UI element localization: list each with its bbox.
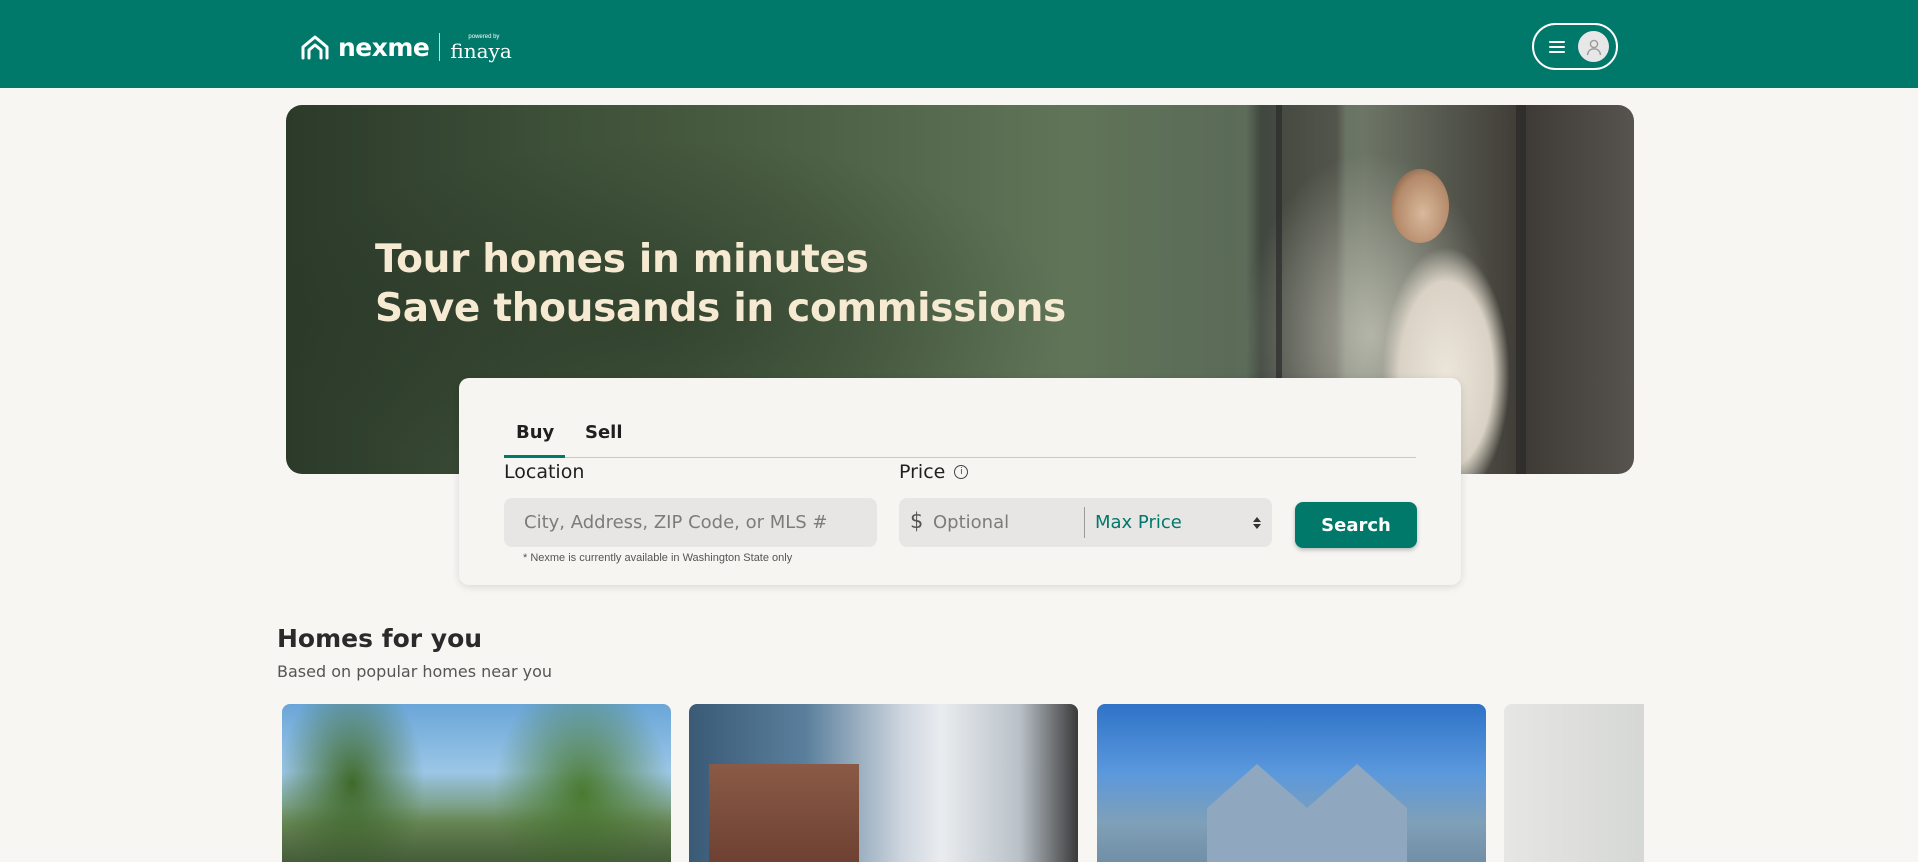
nexme-logo[interactable]: nexme powered by finaya: [300, 31, 512, 63]
info-icon[interactable]: i: [954, 465, 969, 479]
location-label: Location: [504, 461, 585, 483]
hero-headline: Tour homes in minutes Save thousands in …: [375, 235, 1066, 333]
min-price-input[interactable]: [933, 498, 1083, 547]
tab-buy[interactable]: Buy: [516, 422, 554, 443]
home-card-image[interactable]: [1097, 704, 1486, 862]
dollar-sign-icon: $: [910, 509, 924, 533]
logo-divider: [439, 33, 441, 61]
hero-person-head: [1391, 169, 1449, 243]
partner-name: finaya: [450, 38, 512, 63]
partner-logo: powered by finaya: [450, 34, 511, 61]
hero-headline-line1: Tour homes in minutes: [375, 237, 869, 282]
price-label-group: Price i: [899, 461, 969, 483]
home-card-image[interactable]: [282, 704, 671, 862]
account-menu-button[interactable]: [1532, 23, 1618, 70]
tab-sell[interactable]: Sell: [585, 422, 623, 443]
select-arrows-icon: [1253, 516, 1261, 529]
home-card-image[interactable]: [1504, 704, 1644, 862]
user-avatar-icon: [1578, 31, 1609, 62]
top-navigation-bar: nexme powered by finaya: [0, 0, 1918, 88]
hamburger-menu-icon: [1549, 40, 1565, 53]
home-cards-carousel: [282, 704, 1644, 862]
brand-name: nexme: [338, 32, 430, 62]
search-card: Buy Sell Location * Nexme is currently a…: [459, 378, 1461, 585]
price-label: Price: [899, 461, 946, 483]
home-card-image[interactable]: [689, 704, 1078, 862]
max-price-value: Max Price: [1095, 512, 1182, 533]
active-tab-indicator: [504, 455, 565, 458]
homes-section-title: Homes for you: [277, 624, 483, 653]
availability-note: * Nexme is currently available in Washin…: [523, 552, 793, 564]
max-price-select[interactable]: Max Price: [1095, 498, 1265, 547]
price-divider: [1084, 507, 1085, 538]
homes-section-subtitle: Based on popular homes near you: [277, 662, 553, 681]
nexme-house-icon: [301, 35, 329, 60]
location-search-input[interactable]: [504, 498, 877, 547]
search-button[interactable]: Search: [1295, 502, 1417, 548]
buy-sell-tabs: Buy Sell: [504, 398, 1416, 458]
hero-headline-line2: Save thousands in commissions: [375, 286, 1066, 331]
price-range-field: $ Max Price: [899, 498, 1272, 547]
